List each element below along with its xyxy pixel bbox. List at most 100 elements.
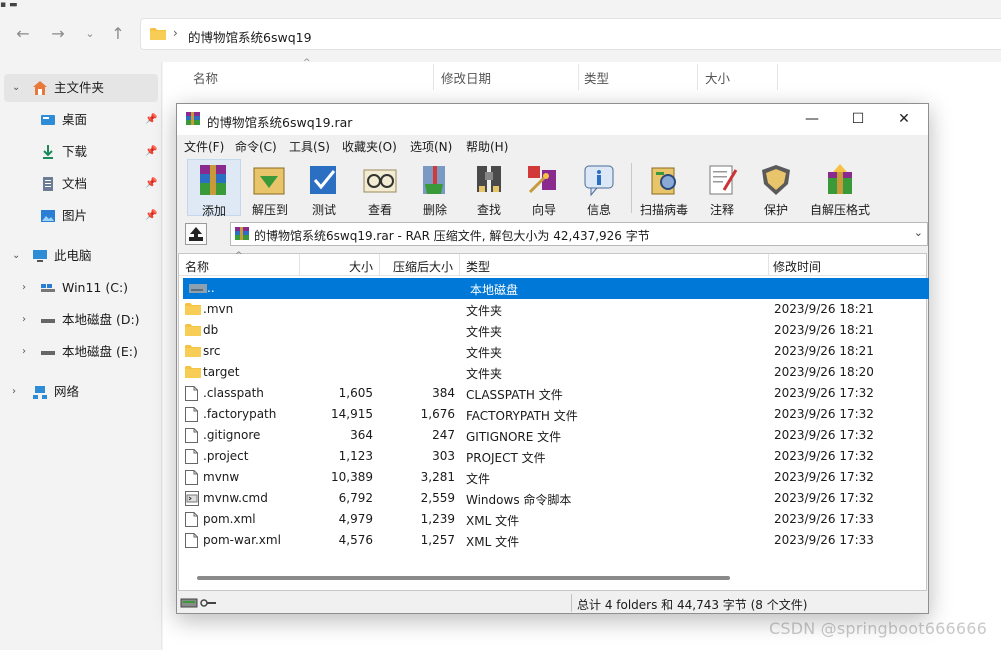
table-row[interactable]: .gitignore 364 247 GITIGNORE 文件 2023/9/26 17…: [179, 425, 926, 446]
menu-options[interactable]: 选项(N): [410, 138, 452, 155]
pin-icon[interactable]: 📌: [145, 138, 157, 166]
column-name[interactable]: 名称: [193, 68, 218, 87]
column-packed[interactable]: 压缩后大小: [379, 258, 453, 275]
forward-icon[interactable]: →: [48, 24, 68, 44]
table-row[interactable]: pom-war.xml 4,576 1,257 XML 文件 2023/9/26 17:…: [179, 530, 926, 551]
windows-drive-icon: [41, 284, 55, 292]
column-divider[interactable]: [459, 254, 460, 276]
column-modified[interactable]: 修改时间: [773, 258, 821, 275]
sidebar-item-drive-e[interactable]: › 本地磁盘 (E:): [0, 338, 160, 366]
pin-icon[interactable]: 📌: [145, 106, 157, 134]
column-divider[interactable]: [433, 64, 434, 90]
menu-tools[interactable]: 工具(S): [289, 138, 330, 155]
sidebar-item-label: 本地磁盘 (E:): [62, 344, 138, 359]
window-corner-icon: ▪ ▬: [0, 0, 18, 10]
file-name: mvnw: [203, 470, 240, 484]
table-row[interactable]: db 文件夹 2023/9/26 18:21: [179, 320, 926, 341]
file-modified: 2023/9/26 17:32: [774, 386, 874, 400]
chevron-right-icon[interactable]: ›: [22, 306, 26, 334]
sidebar-item-drive-c[interactable]: › Win11 (C:): [0, 274, 160, 302]
sidebar-item-desktop[interactable]: 桌面 📌: [0, 106, 160, 134]
column-size[interactable]: 大小: [705, 68, 730, 87]
up-one-level-button[interactable]: [185, 223, 207, 245]
desktop-icon: [41, 115, 55, 125]
pin-icon[interactable]: 📌: [145, 202, 157, 230]
pin-icon[interactable]: 📌: [145, 170, 157, 198]
file-icon: [185, 470, 198, 485]
sidebar-item-pictures[interactable]: 图片 📌: [0, 202, 160, 230]
archive-path-dropdown[interactable]: 的博物馆系统6swq19.rar - RAR 压缩文件, 解包大小为 42,43…: [230, 222, 928, 246]
chevron-right-icon[interactable]: ›: [12, 378, 16, 406]
file-list-header: ^ 名称 大小 压缩后大小 类型 修改时间: [179, 251, 926, 276]
sidebar-item-drive-d[interactable]: › 本地磁盘 (D:): [0, 306, 160, 334]
title-bar[interactable]: 的博物馆系统6swq19.rar — ☐ ✕: [177, 104, 928, 135]
file-name: pom-war.xml: [203, 533, 281, 547]
file-icon: [185, 512, 198, 527]
file-size: 14,915: [331, 407, 373, 421]
add-button[interactable]: 添加: [187, 159, 241, 218]
delete-button[interactable]: 删除: [408, 159, 462, 217]
column-divider[interactable]: [578, 64, 579, 90]
maximize-button[interactable]: ☐: [835, 104, 881, 135]
file-type: 文件夹: [466, 325, 503, 339]
drive-key-icon[interactable]: [180, 596, 218, 610]
menu-help[interactable]: 帮助(H): [466, 138, 508, 155]
sfx-button[interactable]: 自解压格式: [810, 159, 870, 217]
history-chevron-icon[interactable]: ⌄: [80, 24, 100, 44]
column-type[interactable]: 类型: [466, 258, 490, 275]
wizard-button[interactable]: 向导: [517, 159, 571, 217]
picture-icon: [41, 210, 55, 222]
table-row[interactable]: src 文件夹 2023/9/26 18:21: [179, 341, 926, 362]
file-type: PROJECT 文件: [466, 451, 546, 465]
comment-button[interactable]: 注释: [695, 159, 749, 217]
file-name: .factorypath: [203, 407, 277, 421]
watermark: CSDN @springboot666666: [768, 619, 987, 638]
file-size: 10,389: [331, 470, 373, 484]
table-row[interactable]: .. 本地磁盘: [183, 278, 929, 299]
chevron-right-icon[interactable]: ›: [22, 274, 26, 302]
sidebar-item-this-pc[interactable]: ⌄ 此电脑: [0, 242, 160, 270]
file-type: 文件: [466, 472, 491, 486]
column-divider[interactable]: [768, 254, 769, 276]
protect-button[interactable]: 保护: [749, 159, 803, 217]
column-modified[interactable]: 修改日期: [441, 68, 491, 87]
column-name[interactable]: 名称: [185, 258, 209, 275]
menu-commands[interactable]: 命令(C): [235, 138, 277, 155]
column-size[interactable]: 大小: [299, 258, 373, 275]
sidebar-item-documents[interactable]: 文档 📌: [0, 170, 160, 198]
table-row[interactable]: pom.xml 4,979 1,239 XML 文件 2023/9/26 17:33: [179, 509, 926, 530]
menu-file[interactable]: 文件(F): [184, 138, 224, 155]
back-icon[interactable]: ←: [13, 24, 33, 44]
script-file-icon: [185, 491, 199, 506]
column-divider[interactable]: [697, 64, 698, 90]
table-row[interactable]: .factorypath 14,915 1,676 FACTORYPATH 文件 202…: [179, 404, 926, 425]
sidebar-item-home[interactable]: ⌄ 主文件夹: [4, 74, 158, 102]
horizontal-scrollbar[interactable]: [197, 576, 730, 580]
column-divider[interactable]: [777, 64, 778, 90]
menu-favorites[interactable]: 收藏夹(O): [342, 138, 397, 155]
sidebar-item-label: 本地磁盘 (D:): [62, 312, 140, 327]
up-icon[interactable]: ↑: [108, 24, 128, 44]
sidebar-item-network[interactable]: › 网络: [0, 378, 160, 406]
table-row[interactable]: mvnw.cmd 6,792 2,559 Windows 命令脚本 2023/9/26 …: [179, 488, 926, 509]
table-row[interactable]: .mvn 文件夹 2023/9/26 18:21: [179, 299, 926, 320]
column-type[interactable]: 类型: [584, 68, 609, 87]
chevron-down-icon[interactable]: ⌄: [914, 226, 923, 239]
virus-scan-button[interactable]: 扫描病毒: [637, 159, 691, 217]
info-button[interactable]: 信息: [572, 159, 626, 217]
view-button[interactable]: 查看: [353, 159, 407, 217]
find-button[interactable]: 查找: [462, 159, 516, 217]
table-row[interactable]: .classpath 1,605 384 CLASSPATH 文件 2023/9/26 …: [179, 383, 926, 404]
test-button[interactable]: 测试: [297, 159, 351, 217]
chevron-down-icon[interactable]: ⌄: [12, 242, 20, 270]
address-bar[interactable]: › 的博物馆系统6swq19: [140, 18, 1001, 50]
sidebar-item-downloads[interactable]: 下载 📌: [0, 138, 160, 166]
chevron-down-icon[interactable]: ⌄: [12, 74, 20, 102]
close-button[interactable]: ✕: [881, 104, 927, 135]
table-row[interactable]: target 文件夹 2023/9/26 18:20: [179, 362, 926, 383]
extract-to-button[interactable]: 解压到: [243, 159, 297, 217]
table-row[interactable]: .project 1,123 303 PROJECT 文件 2023/9/26 17:3…: [179, 446, 926, 467]
table-row[interactable]: mvnw 10,389 3,281 文件 2023/9/26 17:32: [179, 467, 926, 488]
minimize-button[interactable]: —: [789, 104, 835, 135]
chevron-right-icon[interactable]: ›: [22, 338, 26, 366]
